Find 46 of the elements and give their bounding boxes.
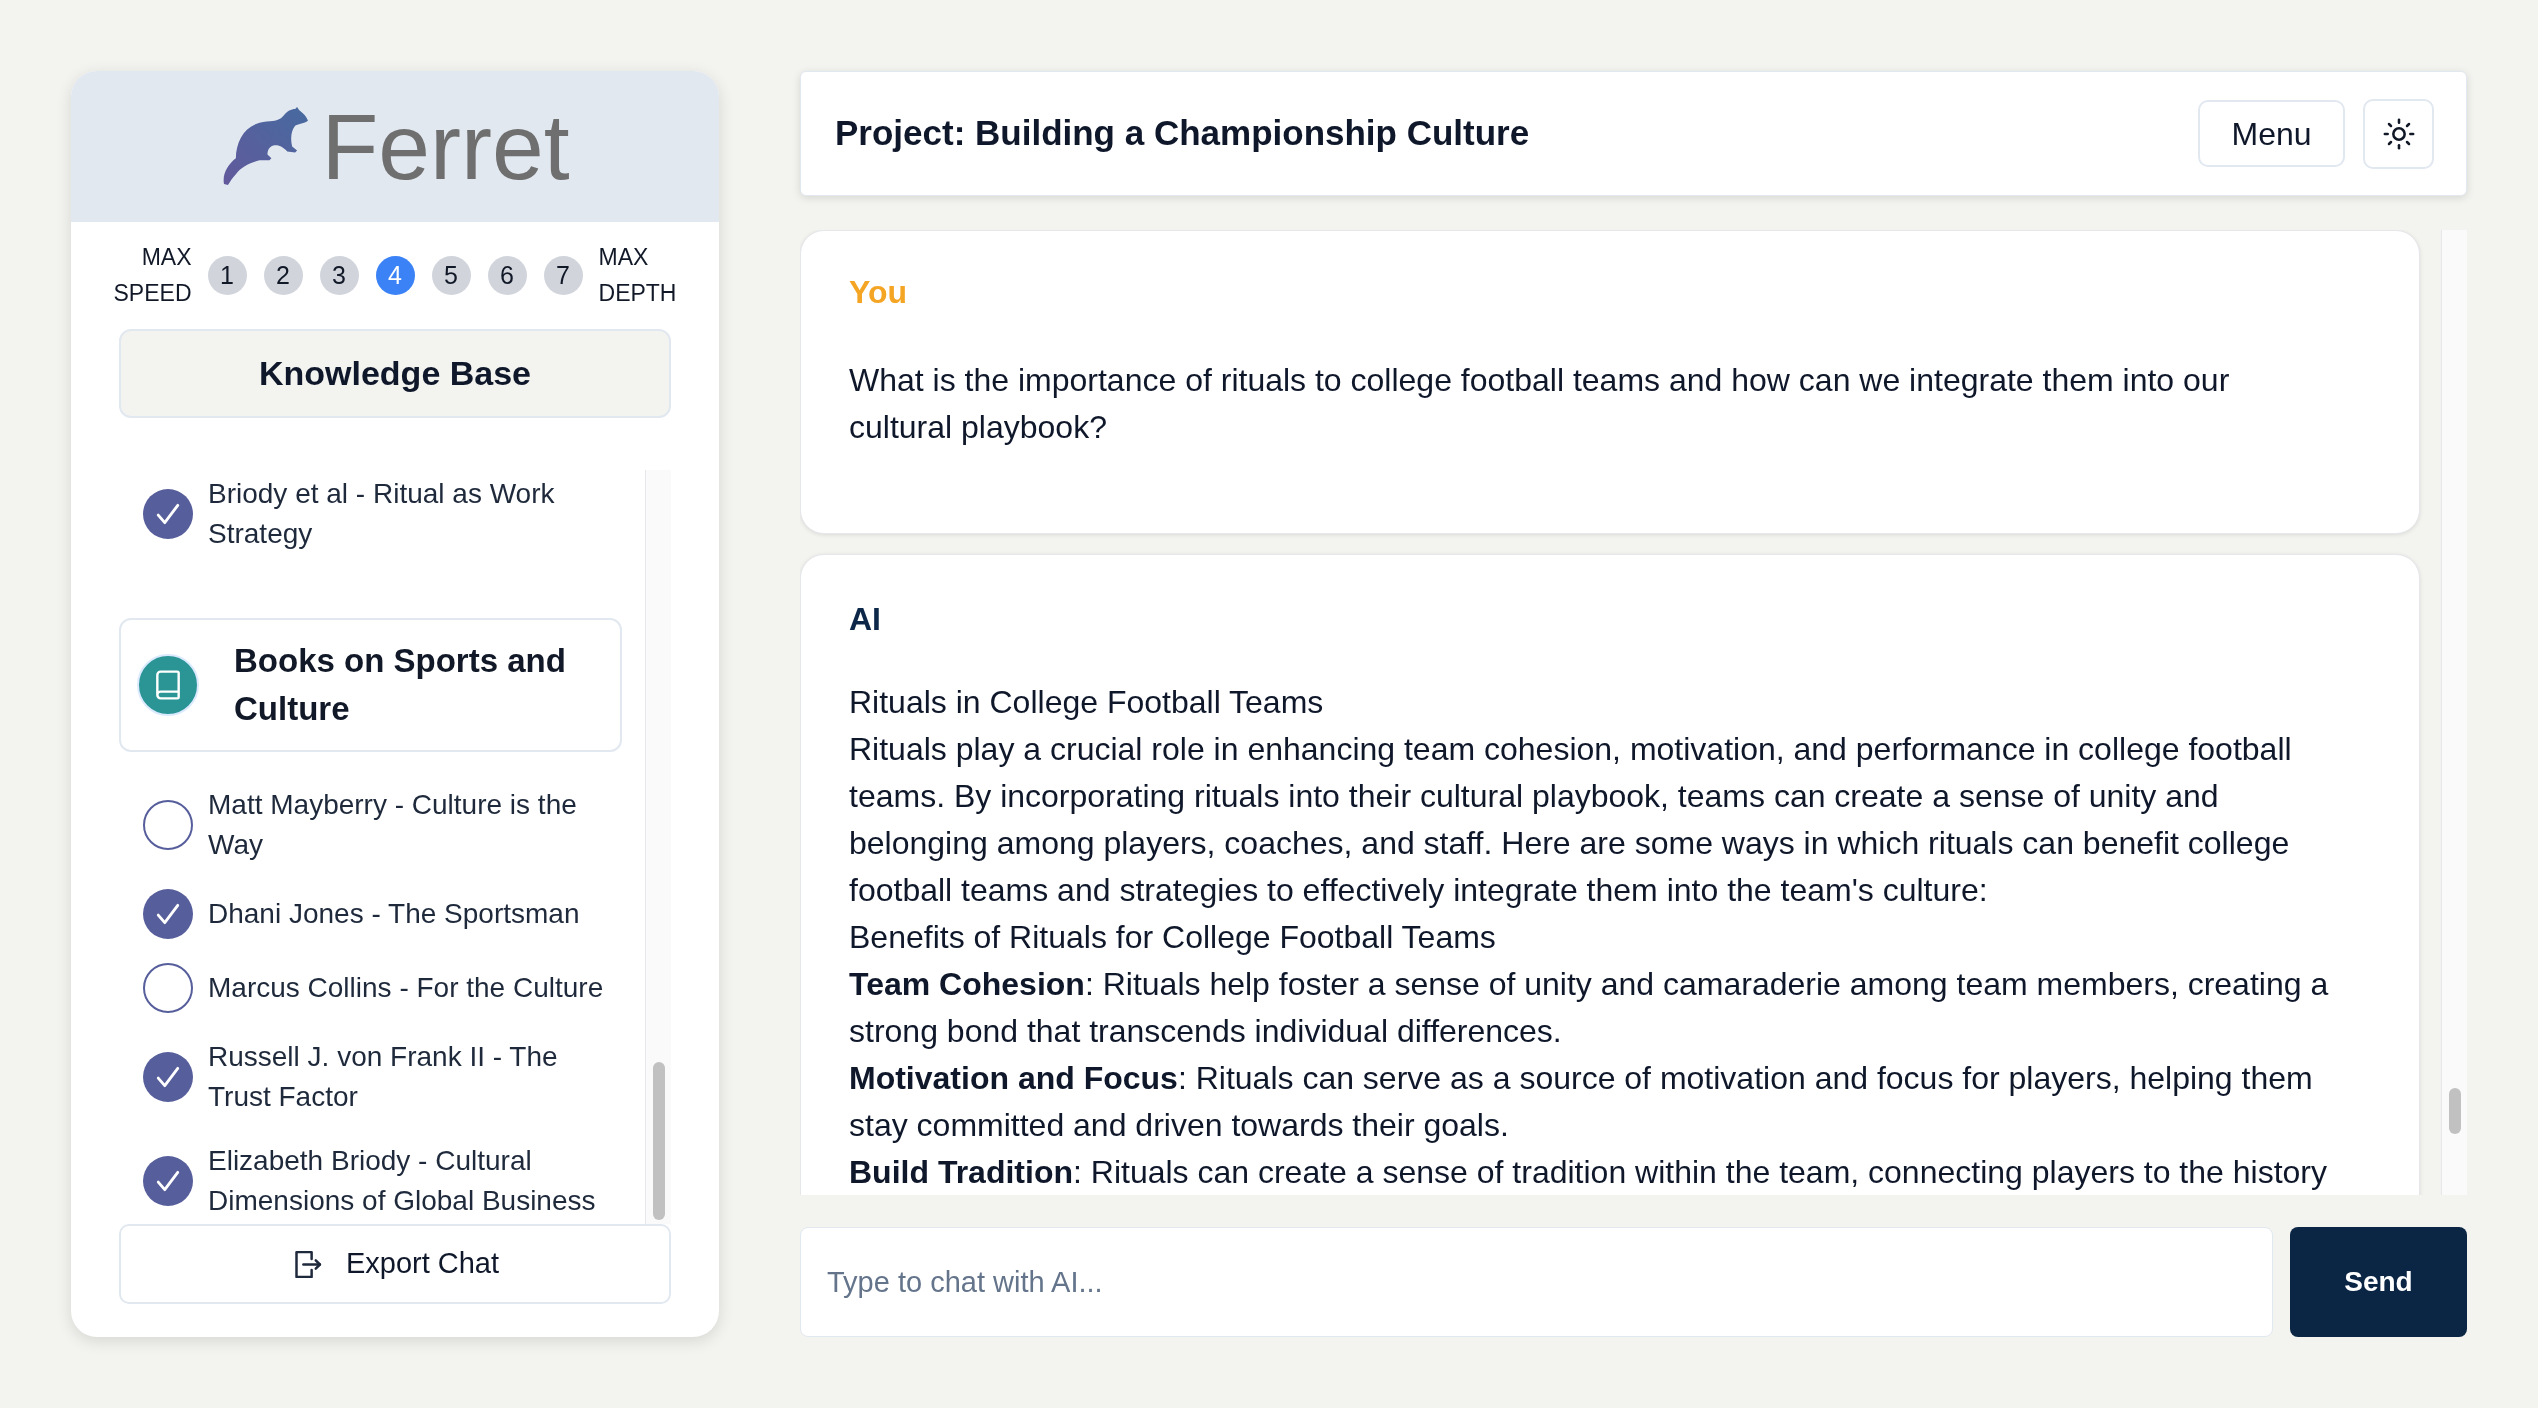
level-button[interactable]: 1	[207, 255, 247, 295]
project-title: Project: Building a Championship Culture	[835, 112, 1530, 155]
checkbox[interactable]	[143, 489, 193, 539]
source-title: Elizabeth Briody - Cultural Dimensions of Global Business	[208, 1144, 597, 1218]
checkbox[interactable]	[143, 1052, 193, 1102]
source-title: Matt Mayberry - Culture is the Way	[208, 788, 578, 862]
check-icon	[155, 501, 181, 527]
sun-icon	[2381, 116, 2416, 151]
level-button[interactable]: 6	[487, 255, 527, 295]
message-text: Team Cohesion: Rituals help foster a sense of unity and camaraderie among team members, creating a strong bond that transcends individual differences.	[849, 965, 2330, 1051]
app-name: Ferret	[321, 96, 570, 197]
chat-input-field[interactable]: Type to chat with AI...	[800, 1227, 2273, 1337]
knowledge-base-button[interactable]: Knowledge Base	[119, 329, 671, 418]
message-text: Build Tradition: Rituals can create a sense of tradition within the team, connecting players to the history	[849, 1153, 2328, 1192]
message-text: What is the importance of rituals to college football teams and how can we integrate them into our cultural playbook?	[849, 361, 2231, 447]
source-title: Dhani Jones - The Sportsman	[208, 897, 581, 931]
level-button[interactable]: 5	[431, 255, 471, 295]
check-icon	[155, 1168, 181, 1194]
export-chat-button[interactable]: Export Chat	[119, 1224, 671, 1304]
checkbox[interactable]	[143, 1156, 193, 1206]
message-text: Benefits of Rituals for College Football Teams	[849, 918, 1497, 957]
collection-button[interactable]: Books on Sports and Culture	[119, 618, 622, 752]
message-text: Rituals play a crucial role in enhancing team cohesion, motivation, and performance in college football teams. By incorporating rituals into their cultural playbook, teams can create a sense of unity and belonging among players, coaches, and staff. Here are some ways in which rituals can benefit college football teams and strategies to effectively integrate them into the team's culture:	[849, 730, 2293, 910]
menu-button[interactable]: Menu	[2198, 100, 2345, 167]
checkbox[interactable]	[143, 963, 193, 1013]
check-icon	[155, 901, 181, 927]
sender-label: AI	[849, 600, 882, 639]
sender-label: You	[849, 273, 909, 312]
message-text: Rituals in College Football Teams	[849, 683, 1325, 722]
level-button[interactable]: 3	[319, 255, 359, 295]
check-icon	[155, 1064, 181, 1090]
scale-label: MAX SPEED	[113, 243, 192, 308]
checkbox[interactable]	[143, 800, 193, 850]
source-title: Russell J. von Frank II - The Trust Factor	[208, 1040, 559, 1114]
level-button[interactable]: 4	[375, 255, 415, 295]
checkbox[interactable]	[143, 889, 193, 939]
scrollbar-thumb[interactable]	[653, 1062, 665, 1220]
scale-label: MAX DEPTH	[598, 243, 677, 308]
source-title: Briody et al - Ritual as Work Strategy	[208, 477, 556, 551]
level-button[interactable]: 7	[543, 255, 583, 295]
scrollbar-thumb[interactable]	[2449, 1088, 2461, 1134]
source-title: Marcus Collins - For the Culture	[208, 971, 605, 1005]
theme-toggle-button[interactable]	[2363, 98, 2434, 169]
send-button[interactable]: Send	[2290, 1227, 2467, 1337]
level-button[interactable]: 2	[263, 255, 303, 295]
message-text: Motivation and Focus: Rituals can serve as a source of motivation and focus for players, helping them stay committed and driven towards their goals.	[849, 1059, 2314, 1145]
